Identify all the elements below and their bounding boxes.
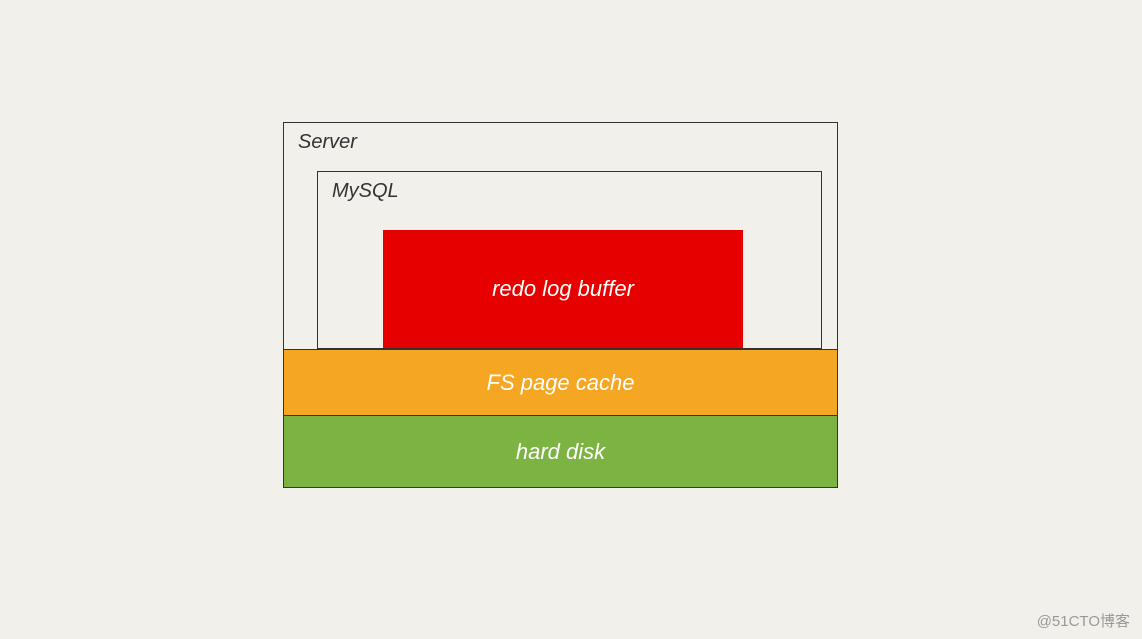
mysql-box: MySQL redo log buffer (317, 171, 822, 349)
fs-page-cache-box: FS page cache (283, 350, 838, 416)
hard-disk-label: hard disk (516, 439, 605, 465)
architecture-diagram: Server MySQL redo log buffer FS page cac… (283, 122, 838, 488)
server-label: Server (298, 131, 357, 154)
redo-log-buffer-box: redo log buffer (383, 230, 743, 348)
mysql-label: MySQL (332, 180, 399, 203)
fs-page-cache-label: FS page cache (487, 370, 635, 396)
watermark-text: @51CTO博客 (1037, 610, 1130, 631)
redo-log-buffer-label: redo log buffer (492, 276, 634, 302)
hard-disk-box: hard disk (283, 416, 838, 488)
server-box: Server MySQL redo log buffer (283, 122, 838, 350)
